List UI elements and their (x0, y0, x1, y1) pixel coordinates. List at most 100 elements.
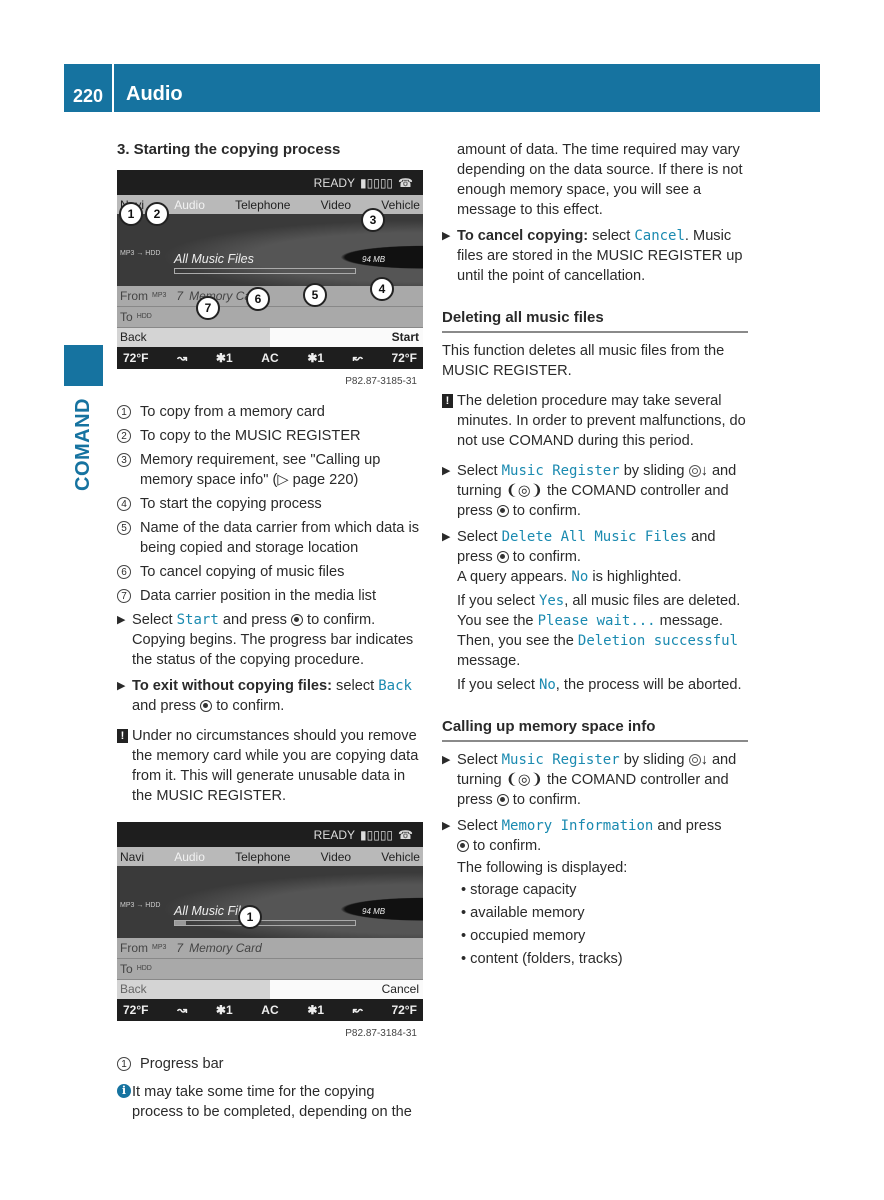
screenshot-copy-progress: READY ▮▯▯▯▯ ☎ Navi Audio Telephone Video… (117, 822, 423, 1044)
tab-navi[interactable]: Navi (120, 847, 144, 867)
screenshot-copy-start: READY ▮▯▯▯▯ ☎ Navi Audio Telephone Video… (117, 170, 423, 392)
step-arrow-icon: ▶ (442, 531, 451, 543)
from-label: From (120, 941, 148, 955)
callout-7: 7 (196, 296, 220, 320)
progress-fill (175, 921, 186, 925)
press-controller-icon (457, 840, 469, 852)
list-item: occupied memory (461, 926, 748, 946)
to-row: To HDD (117, 307, 423, 328)
copy-panel: MP3 → HDD All Music Files 94 MB (117, 866, 423, 938)
warning-icon: ! (442, 394, 453, 408)
tab-audio[interactable]: Audio (174, 195, 205, 215)
press-controller-icon (496, 551, 509, 563)
mp3-card-icon: MP3 (152, 292, 167, 299)
phone-icon: ☎ (398, 827, 413, 842)
ready-status: READY (313, 175, 356, 190)
temp-right[interactable]: 72°F (391, 348, 416, 368)
to-row: To HDD (117, 959, 423, 980)
cancel-code: Cancel (634, 228, 685, 244)
mp3-card-icon: MP3 (152, 944, 167, 951)
back-code: Back (378, 678, 412, 694)
step-arrow-icon: ▶ (442, 754, 451, 766)
cancel-button[interactable]: Cancel (270, 980, 423, 999)
tab-vehicle[interactable]: Vehicle (381, 195, 420, 215)
ac-button[interactable]: AC (261, 1000, 278, 1020)
signal-icon: ▮▯▯▯▯ (360, 175, 394, 190)
climate-bar: 72°F ↝ ✱1 AC ✱1 ↜ 72°F (117, 347, 423, 369)
hdd-icon: HDD (136, 965, 152, 972)
step-memory-information: ▶ Select Memory Information and press to… (442, 816, 748, 969)
memory-requirement: 94 MB (362, 255, 386, 264)
airflow-left-icon[interactable]: ↝ (177, 1000, 187, 1020)
step-arrow-icon: ▶ (442, 820, 451, 832)
memory-requirement: 94 MB (362, 907, 386, 916)
side-tab-label: COMAND (72, 398, 94, 492)
callout-6: 6 (246, 287, 270, 311)
temp-left[interactable]: 72°F (123, 1000, 148, 1020)
main-menu-tabs: Navi Audio Telephone Video Vehicle (117, 847, 423, 866)
legend-list: 1 To copy from a memory card 2 To copy to … (117, 402, 425, 606)
progress-bar (174, 268, 356, 274)
legend-item: 1 To copy from a memory card (117, 402, 425, 422)
start-code: Start (176, 612, 219, 628)
delete-intro: This function deletes all music files fr… (442, 343, 725, 379)
press-controller-icon (496, 794, 509, 806)
page-header: 220 Audio (64, 64, 820, 112)
slide-controller-icon (688, 465, 701, 477)
mp3-to-hdd-icon: MP3 → HDD (120, 902, 161, 909)
progress-bar (174, 920, 356, 926)
status-bar: READY ▮▯▯▯▯ ☎ (117, 822, 423, 847)
legend-item: 3 Memory requirement, see "Calling up mem… (117, 450, 425, 490)
fan-left[interactable]: ✱1 (216, 1000, 233, 1020)
phone-icon: ☎ (398, 175, 413, 190)
tab-video[interactable]: Video (321, 847, 351, 867)
info-icon: i (117, 1084, 131, 1098)
step-arrow-icon: ▶ (117, 614, 126, 626)
step-cancel-copying: ▶ To cancel copying: select Cancel. Musi… (442, 228, 743, 284)
step-delete-all: ▶ Select Delete All Music Files and pres… (442, 529, 742, 693)
status-bar: READY ▮▯▯▯▯ ☎ (117, 170, 423, 195)
press-controller-icon (496, 505, 509, 517)
to-label: To (120, 310, 133, 324)
slide-controller-icon (688, 754, 701, 766)
tab-telephone[interactable]: Telephone (235, 195, 290, 215)
action-row: Back Start (117, 328, 423, 347)
section-heading-delete: Deleting all music files (442, 308, 748, 333)
tab-vehicle[interactable]: Vehicle (381, 847, 420, 867)
temp-left[interactable]: 72°F (123, 348, 148, 368)
callout-5: 5 (303, 283, 327, 307)
page-number: 220 (64, 64, 114, 112)
back-button[interactable]: Back (117, 980, 270, 999)
section-heading-starting-copy: 3. Starting the copying process (117, 141, 341, 158)
list-item: content (folders, tracks) (461, 949, 748, 969)
step-arrow-icon: ▶ (442, 230, 451, 242)
callout-3: 3 (361, 208, 385, 232)
legend-list-2: 1 Progress bar (117, 1054, 425, 1074)
legend-item: 2 To copy to the MUSIC REGISTER (117, 426, 425, 446)
chapter-title: Audio (126, 83, 183, 105)
tab-video[interactable]: Video (321, 195, 351, 215)
tab-telephone[interactable]: Telephone (235, 847, 290, 867)
fan-left[interactable]: ✱1 (216, 348, 233, 368)
press-controller-icon (291, 614, 303, 626)
warning-memory-card: ! Under no circumstances should you remo… (117, 726, 425, 806)
fan-right[interactable]: ✱1 (307, 1000, 324, 1020)
fan-right[interactable]: ✱1 (307, 348, 324, 368)
airflow-right-icon[interactable]: ↜ (353, 348, 363, 368)
callout-1: 1 (238, 905, 262, 929)
legend-item: 4 To start the copying process (117, 494, 425, 514)
start-button[interactable]: Start (270, 328, 423, 347)
legend-item: 6 To cancel copying of music files (117, 562, 425, 582)
callout-1: 1 (119, 202, 143, 226)
airflow-left-icon[interactable]: ↝ (177, 348, 187, 368)
temp-right[interactable]: 72°F (391, 1000, 416, 1020)
back-button[interactable]: Back (117, 328, 270, 347)
tab-audio[interactable]: Audio (174, 847, 205, 867)
right-column: amount of data. The time required may va… (442, 140, 748, 975)
ac-button[interactable]: AC (261, 348, 278, 368)
hdd-icon: HDD (136, 313, 152, 320)
carrier-position: 7 (176, 289, 184, 303)
step-exit-without-copy: ▶ To exit without copying files: select … (117, 678, 412, 714)
airflow-right-icon[interactable]: ↜ (353, 1000, 363, 1020)
step-select-music-register-2: ▶ Select Music Register by sliding ↓ and… (442, 752, 737, 808)
